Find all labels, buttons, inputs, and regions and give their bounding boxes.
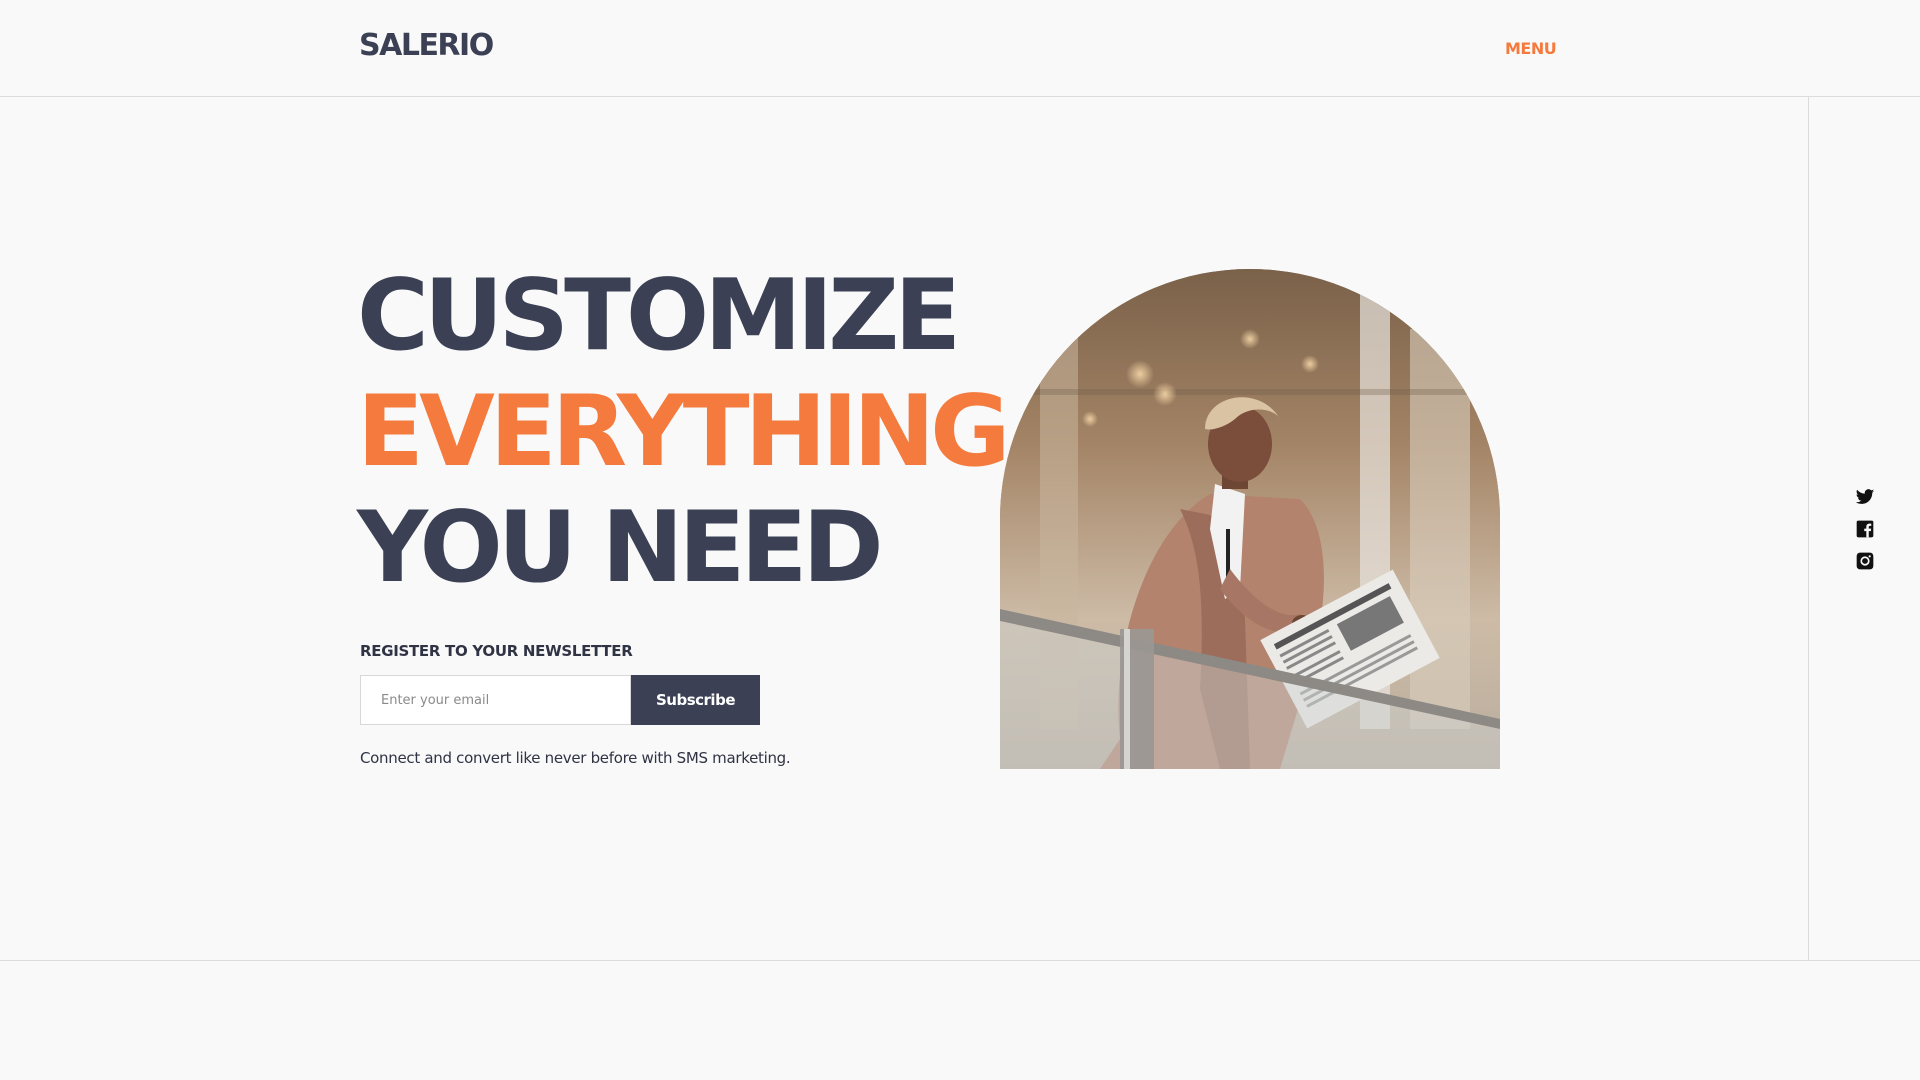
- site-header: SALERIO MENU: [0, 0, 1920, 97]
- email-input[interactable]: [360, 675, 631, 725]
- site-logo[interactable]: SALERIO: [359, 28, 494, 63]
- menu-link[interactable]: MENU: [1505, 39, 1557, 58]
- subscribe-button[interactable]: Subscribe: [631, 675, 760, 725]
- newsletter-label: REGISTER TO YOUR NEWSLETTER: [360, 642, 633, 660]
- hero-heading: CUSTOMIZE EVERYTHING YOU NEED: [357, 258, 1011, 606]
- hero-line-customize: CUSTOMIZE: [357, 259, 961, 373]
- facebook-icon[interactable]: [1855, 519, 1875, 539]
- side-divider: [1808, 97, 1809, 961]
- social-links: [1855, 487, 1875, 583]
- bottom-divider: [0, 960, 1920, 961]
- hero-line-you-need: YOU NEED: [357, 491, 884, 605]
- newsletter-tagline: Connect and convert like never before wi…: [360, 749, 791, 767]
- hero-photo: [1000, 269, 1500, 769]
- landing-page: SALERIO MENU CUSTOMIZE EVERYTHING YOU NE…: [0, 0, 1920, 1080]
- person-reading-newspaper-photo: [1000, 269, 1500, 769]
- twitter-icon[interactable]: [1855, 487, 1875, 507]
- instagram-icon[interactable]: [1855, 551, 1875, 571]
- hero-line-everything: EVERYTHING: [357, 375, 1011, 489]
